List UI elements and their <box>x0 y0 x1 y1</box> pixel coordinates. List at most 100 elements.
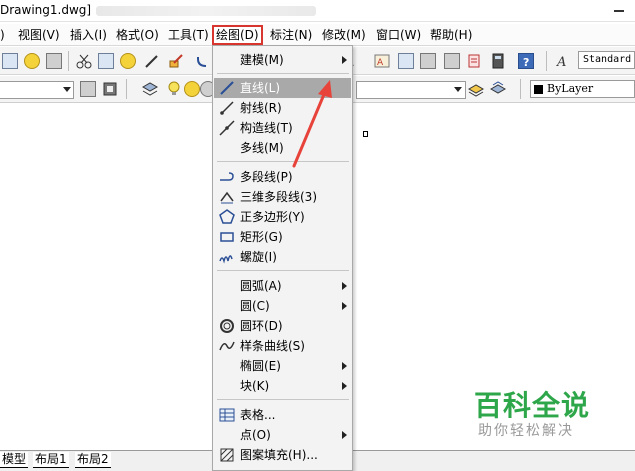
menu-item-label: 多线(M) <box>240 141 284 155</box>
menu-item-3d-polyline[interactable]: 三维多段线(3) <box>214 187 351 207</box>
menu-item-spline[interactable]: 样条曲线(S) <box>214 336 351 356</box>
match-properties-icon[interactable] <box>144 53 160 69</box>
gear-icon[interactable] <box>102 81 118 97</box>
paste-icon[interactable] <box>120 53 136 69</box>
menu-view[interactable]: 视图(V) <box>18 27 60 43</box>
make-current-layer-icon[interactable] <box>467 81 485 97</box>
menu-item-label: 椭圆(E) <box>240 359 281 373</box>
sun-icon[interactable] <box>184 81 200 97</box>
markup-icon[interactable] <box>444 53 460 69</box>
title-bar: Drawing1.dwg] <box>0 0 635 22</box>
layer-properties-icon[interactable] <box>141 81 159 97</box>
menu-modify[interactable]: 修改(M) <box>322 27 366 43</box>
menu-item-ellipse[interactable]: 椭圆(E) <box>214 356 351 376</box>
window-title: Drawing1.dwg] <box>0 3 92 17</box>
block-editor-icon[interactable] <box>168 53 184 69</box>
menu-item-label: 圆(C) <box>240 299 270 313</box>
tool-palettes-icon[interactable] <box>398 53 414 69</box>
menu-tools[interactable]: 工具(T) <box>168 27 209 43</box>
tab-model[interactable]: 模型 <box>0 452 29 468</box>
menu-divider <box>217 73 349 74</box>
menu-item-arc[interactable]: 圆弧(A) <box>214 276 351 296</box>
menu-window[interactable]: 窗口(W) <box>376 27 421 43</box>
menu-item-hatch[interactable]: 图案填充(H)... <box>214 445 351 465</box>
chevron-down-icon <box>63 87 71 92</box>
menu-item-label: 三维多段线(3) <box>240 190 317 204</box>
construction-line-icon <box>219 120 235 136</box>
submenu-arrow-icon <box>342 56 347 64</box>
menu-item-label: 点(O) <box>240 428 271 442</box>
menu-fragment[interactable]: ) <box>0 27 5 43</box>
plot-icon[interactable] <box>24 53 40 69</box>
workspace-dropdown[interactable] <box>0 81 74 99</box>
layer-previous-icon[interactable] <box>489 81 507 97</box>
workspace-settings-icon[interactable] <box>80 81 96 97</box>
menu-item-label: 圆环(D) <box>240 319 283 333</box>
menu-item-label: 正多边形(Y) <box>240 210 305 224</box>
submenu-arrow-icon <box>342 302 347 310</box>
menu-item-label: 直线(L) <box>240 81 281 95</box>
helix-icon <box>219 249 235 265</box>
watermark-subtitle: 助你轻松解决 <box>478 423 574 439</box>
menu-help[interactable]: 帮助(H) <box>430 27 472 43</box>
annotation-arrow-icon <box>292 80 332 168</box>
submenu-arrow-icon <box>342 382 347 390</box>
menu-item-rectangle[interactable]: 矩形(G) <box>214 227 351 247</box>
color-dropdown[interactable]: ByLayer <box>530 80 635 98</box>
menu-draw[interactable]: 绘图(D) <box>212 25 263 45</box>
text-style-dropdown[interactable]: Standard <box>578 51 635 69</box>
menu-insert[interactable]: 插入(I) <box>70 27 107 43</box>
submenu-arrow-icon <box>342 431 347 439</box>
menu-item-modeling[interactable]: 建模(M) <box>214 50 351 70</box>
menu-item-polygon[interactable]: 正多边形(Y) <box>214 207 351 227</box>
publish-icon[interactable] <box>46 53 62 69</box>
undo-icon[interactable] <box>194 53 210 69</box>
donut-icon <box>219 318 235 334</box>
color-swatch <box>534 85 543 94</box>
open-icon[interactable] <box>2 53 18 69</box>
menu-item-label: 建模(M) <box>240 53 284 67</box>
menu-item-label: 射线(R) <box>240 101 282 115</box>
color-value: ByLayer <box>547 82 594 95</box>
tab-layout2[interactable]: 布局2 <box>75 452 111 468</box>
menu-dimension[interactable]: 标注(N) <box>270 27 312 43</box>
toolbar-separator <box>520 79 521 99</box>
menu-bar: ) 视图(V) 插入(I) 格式(O) 工具(T) 绘图(D) 标注(N) 修改… <box>0 24 635 46</box>
blurred-path <box>96 6 316 16</box>
svg-text:A: A <box>556 55 566 69</box>
menu-format[interactable]: 格式(O) <box>116 27 159 43</box>
menu-item-circle[interactable]: 圆(C) <box>214 296 351 316</box>
submenu-arrow-icon <box>342 282 347 290</box>
toolbar-separator <box>546 51 547 71</box>
3d-polyline-icon <box>219 189 235 205</box>
menu-item-label: 圆弧(A) <box>240 279 282 293</box>
quickcalc-icon[interactable] <box>466 53 482 69</box>
minimize-button[interactable] <box>604 0 634 18</box>
watermark-title: 百科全说 <box>474 389 591 422</box>
design-center-icon[interactable]: A <box>374 53 390 69</box>
polyline-icon <box>219 169 235 185</box>
menu-item-block[interactable]: 块(K) <box>214 376 351 396</box>
menu-item-table[interactable]: 表格... <box>214 405 351 425</box>
help-icon[interactable]: ? <box>518 53 534 69</box>
menu-divider <box>217 399 349 400</box>
menu-item-helix[interactable]: 螺旋(I) <box>214 247 351 267</box>
cut-icon[interactable] <box>76 53 92 69</box>
layer-dropdown[interactable] <box>356 81 466 99</box>
rectangle-icon <box>219 229 235 245</box>
svg-text:A: A <box>377 58 384 68</box>
menu-item-label: 图案填充(H)... <box>240 448 318 462</box>
menu-item-donut[interactable]: 圆环(D) <box>214 316 351 336</box>
lightbulb-icon[interactable] <box>166 81 182 97</box>
sheet-set-icon[interactable] <box>420 53 436 69</box>
submenu-arrow-icon <box>342 362 347 370</box>
menu-item-point[interactable]: 点(O) <box>214 425 351 445</box>
text-style-icon[interactable]: A <box>556 53 572 70</box>
calculator-icon[interactable] <box>490 53 506 69</box>
tab-layout1[interactable]: 布局1 <box>33 452 69 468</box>
menu-item-label: 样条曲线(S) <box>240 339 305 353</box>
hatch-icon <box>219 447 235 463</box>
chevron-down-icon <box>454 87 462 92</box>
polygon-icon <box>219 209 235 225</box>
copy-icon[interactable] <box>98 53 114 69</box>
